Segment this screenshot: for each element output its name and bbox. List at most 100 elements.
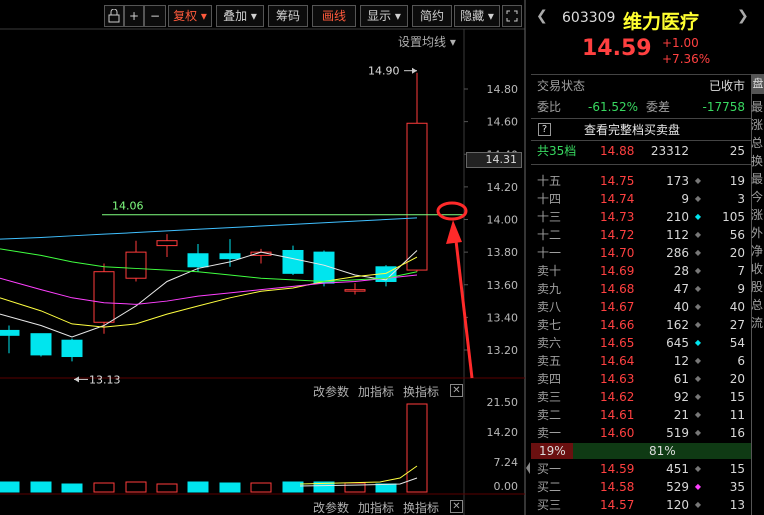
ask-row[interactable]: 十三 14.73 210 ◆ 105 bbox=[534, 208, 749, 226]
add-indicator-button-1[interactable]: 加指标 bbox=[358, 383, 394, 400]
switch-indicator-button-1[interactable]: 换指标 bbox=[403, 383, 439, 400]
order-count: 20 bbox=[729, 372, 745, 386]
volume-bar bbox=[219, 482, 241, 493]
order-count: 11 bbox=[729, 408, 745, 422]
display-button[interactable]: 显示 ▾ bbox=[360, 5, 408, 27]
bid-row[interactable]: 买二 14.58 529 ◆ 35 bbox=[534, 478, 749, 496]
bid-row[interactable]: 买三 14.57 120 ◆ 13 bbox=[534, 496, 749, 514]
level-label: 十五 bbox=[537, 174, 562, 188]
price: 14.65 bbox=[600, 336, 635, 350]
ask-row[interactable]: 卖九 14.68 47 ◆ 9 bbox=[534, 280, 749, 298]
lock-icon[interactable] bbox=[104, 5, 124, 27]
bid-row[interactable]: 买一 14.59 451 ◆ 15 bbox=[534, 460, 749, 478]
ma-settings-button[interactable]: 设置均线 ▾ bbox=[398, 33, 456, 50]
ask-row[interactable]: 卖二 14.61 21 ◆ 11 bbox=[534, 406, 749, 424]
change-dot-icon: ◆ bbox=[694, 428, 701, 437]
order-count: 9 bbox=[737, 282, 745, 296]
tab-pan[interactable]: 盘 bbox=[752, 74, 764, 94]
hide-button[interactable]: 隐藏 ▾ bbox=[454, 5, 500, 27]
ask-row[interactable]: 卖六 14.65 645 ◆ 54 bbox=[534, 334, 749, 352]
edit-params-button-1[interactable]: 改参数 bbox=[313, 383, 349, 400]
switch-indicator-button-2[interactable]: 换指标 bbox=[403, 499, 439, 515]
price: 14.69 bbox=[600, 264, 635, 278]
prev-arrow-icon[interactable]: ❮ bbox=[536, 8, 548, 24]
candle-body bbox=[61, 339, 83, 358]
horizontal-line-label: 14.06 bbox=[112, 200, 144, 213]
indicator-tick-label: 7.24 bbox=[494, 456, 519, 469]
close-icon[interactable]: ✕ bbox=[450, 384, 463, 397]
price: 14.75 bbox=[600, 174, 635, 188]
simple-button[interactable]: 简约 bbox=[412, 5, 452, 27]
volume-bar bbox=[93, 482, 115, 493]
candle-body bbox=[344, 289, 366, 292]
order-count: 56 bbox=[729, 228, 745, 242]
side-summary-label: 流 bbox=[751, 316, 764, 330]
candle-body bbox=[0, 329, 20, 336]
ask-row[interactable]: 十四 14.74 9 ◆ 3 bbox=[534, 190, 749, 208]
price: 14.73 bbox=[600, 210, 635, 224]
ma60-line bbox=[0, 217, 418, 240]
ask-row[interactable]: 卖十 14.69 28 ◆ 7 bbox=[534, 262, 749, 280]
level-label: 十三 bbox=[537, 210, 562, 224]
plus-icon[interactable]: + bbox=[124, 5, 144, 27]
order-count: 15 bbox=[729, 462, 745, 476]
overlay-button[interactable]: 叠加 ▾ bbox=[216, 5, 264, 27]
volume: 173 bbox=[666, 174, 689, 188]
fuquan-button[interactable]: 复权 ▾ bbox=[168, 5, 212, 27]
full-book-row[interactable]: ? 查看完整档买卖盘 bbox=[534, 121, 749, 139]
price: 14.59 bbox=[600, 462, 635, 476]
ask-row[interactable]: 卖七 14.66 162 ◆ 27 bbox=[534, 316, 749, 334]
ask-row[interactable]: 卖三 14.62 92 ◆ 15 bbox=[534, 388, 749, 406]
volume: 519 bbox=[666, 426, 689, 440]
side-summary-label: 净 bbox=[751, 244, 764, 258]
order-count: 27 bbox=[729, 318, 745, 332]
candle-body bbox=[125, 251, 147, 279]
side-summary-label: 股 bbox=[751, 280, 764, 294]
ask-row[interactable]: 卖四 14.63 61 ◆ 20 bbox=[534, 370, 749, 388]
ask-row[interactable]: 十五 14.75 173 ◆ 19 bbox=[534, 172, 749, 190]
candle-body bbox=[30, 333, 52, 356]
price: 14.66 bbox=[600, 318, 635, 332]
change-dot-icon: ◆ bbox=[694, 176, 701, 185]
level-label: 卖三 bbox=[537, 390, 562, 404]
ask-row[interactable]: 十一 14.70 286 ◆ 20 bbox=[534, 244, 749, 262]
price: 14.61 bbox=[600, 408, 635, 422]
order-count: 15 bbox=[729, 390, 745, 404]
minus-icon[interactable]: − bbox=[144, 5, 166, 27]
volume: 529 bbox=[666, 480, 689, 494]
change-dot-icon: ◆ bbox=[694, 194, 701, 203]
y-tick-label: 13.80 bbox=[487, 246, 519, 259]
side-summary-label: 收 bbox=[751, 262, 764, 276]
splitter-arrow-icon[interactable] bbox=[526, 462, 530, 474]
price-change: +1.00 bbox=[662, 36, 699, 50]
volume: 9 bbox=[681, 192, 689, 206]
candle-body bbox=[282, 249, 304, 274]
ask-row[interactable]: 卖五 14.64 12 ◆ 6 bbox=[534, 352, 749, 370]
ask-row[interactable]: 卖一 14.60 519 ◆ 16 bbox=[534, 424, 749, 442]
help-icon[interactable]: ? bbox=[538, 123, 551, 136]
expand-icon[interactable] bbox=[502, 5, 522, 27]
ask-row[interactable]: 卖八 14.67 40 ◆ 40 bbox=[534, 298, 749, 316]
order-count: 40 bbox=[729, 300, 745, 314]
close-icon[interactable]: ✕ bbox=[450, 500, 463, 513]
add-indicator-button-2[interactable]: 加指标 bbox=[358, 499, 394, 515]
full-book-link: 查看完整档买卖盘 bbox=[584, 123, 681, 137]
volume: 162 bbox=[666, 318, 689, 332]
change-dot-icon: ◆ bbox=[694, 284, 701, 293]
draw-line-button[interactable]: 画线 bbox=[312, 5, 356, 27]
level-label: 卖六 bbox=[537, 336, 562, 350]
order-count: 20 bbox=[729, 246, 745, 260]
chips-button[interactable]: 筹码 bbox=[268, 5, 308, 27]
change-dot-icon: ◆ bbox=[694, 230, 701, 239]
edit-params-button-2[interactable]: 改参数 bbox=[313, 499, 349, 515]
ma10-line bbox=[0, 256, 418, 328]
level-label: 卖五 bbox=[537, 354, 562, 368]
volume-bar bbox=[250, 482, 272, 493]
y-tick-label: 13.60 bbox=[487, 279, 519, 292]
quote-header: ❮ 603309 维力医疗 ❯ 14.59 +1.00 +7.36% bbox=[534, 6, 749, 66]
next-arrow-icon[interactable]: ❯ bbox=[737, 8, 749, 24]
price-change-pct: +7.36% bbox=[662, 52, 711, 66]
y-tick-label: 14.80 bbox=[487, 83, 519, 96]
ask-row[interactable]: 十二 14.72 112 ◆ 56 bbox=[534, 226, 749, 244]
side-summary-label: 总 bbox=[751, 298, 764, 312]
